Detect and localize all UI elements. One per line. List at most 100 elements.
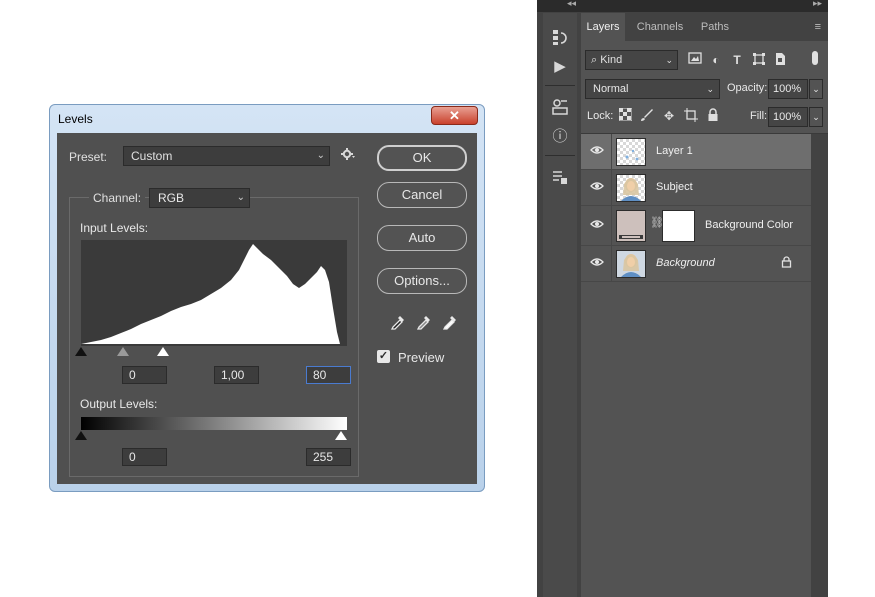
panel-tabs: Layers Channels Paths ≡ xyxy=(581,13,828,41)
properties-icon[interactable] xyxy=(550,97,570,117)
fill-chevron-icon[interactable]: ⌄ xyxy=(809,107,823,127)
levels-dialog: Levels ✕ Preset: Custom ⌄ Channel: RGB ⌄… xyxy=(49,104,485,492)
eye-icon[interactable] xyxy=(590,180,604,194)
input-white-field[interactable]: 80 xyxy=(306,366,351,384)
eye-icon[interactable] xyxy=(590,218,604,232)
preview-checkbox[interactable]: ✓ xyxy=(377,350,390,363)
layer-name[interactable]: Layer 1 xyxy=(656,145,693,157)
smart-object-filter-icon[interactable] xyxy=(772,52,788,68)
lock-label: Lock: xyxy=(587,110,614,122)
output-white-field[interactable]: 255 xyxy=(306,448,351,466)
tab-paths[interactable]: Paths xyxy=(693,13,737,41)
output-white-handle[interactable] xyxy=(335,431,347,440)
layer-row-subject[interactable]: Subject xyxy=(581,170,811,206)
output-levels-slider[interactable] xyxy=(75,431,347,443)
opacity-chevron-icon[interactable]: ⌄ xyxy=(809,79,823,99)
filter-kind-value: Kind xyxy=(600,54,623,66)
eye-icon[interactable] xyxy=(590,256,604,270)
fill-layer-thumbnail xyxy=(616,210,646,242)
input-levels-slider[interactable] xyxy=(75,347,347,359)
output-black-handle[interactable] xyxy=(75,431,87,440)
options-button[interactable]: Options... xyxy=(377,268,467,294)
layers-panel: Layers Channels Paths ≡ ⌕ Kind ⌄ ◐ T Nor… xyxy=(581,13,828,597)
search-icon: ⌕ xyxy=(591,54,601,66)
blend-mode-value: Normal xyxy=(593,83,629,95)
input-midtone-field[interactable]: 1,00 xyxy=(214,366,259,384)
channel-dropdown[interactable]: RGB ⌄ xyxy=(149,188,250,208)
lock-all-icon[interactable] xyxy=(705,108,721,124)
lock-position-icon[interactable]: ✥ xyxy=(661,108,677,124)
panel-icon-strip: ▶ ⓘ xyxy=(543,13,577,597)
visibility-divider xyxy=(611,170,612,205)
collapse-left-icon[interactable]: ◂◂ xyxy=(567,0,576,9)
input-black-field[interactable]: 0 xyxy=(122,366,167,384)
cancel-button[interactable]: Cancel xyxy=(377,182,467,208)
gray-eyedropper-icon[interactable] xyxy=(416,312,432,330)
chevron-down-icon: ⌄ xyxy=(706,84,714,94)
type-layer-filter-icon[interactable]: T xyxy=(729,52,745,68)
histogram xyxy=(81,240,347,346)
preset-dropdown[interactable]: Custom ⌄ xyxy=(123,146,330,166)
preset-label: Preset: xyxy=(69,150,108,164)
strip-divider xyxy=(545,155,575,156)
chevron-down-icon: ⌄ xyxy=(236,192,245,203)
close-button[interactable]: ✕ xyxy=(431,106,478,125)
filter-kind-dropdown[interactable]: ⌕ Kind ⌄ xyxy=(585,50,678,70)
dialog-title: Levels xyxy=(58,112,93,126)
black-eyedropper-icon[interactable] xyxy=(390,312,406,330)
input-levels-label: Input Levels: xyxy=(80,221,149,235)
tab-channels[interactable]: Channels xyxy=(631,13,689,41)
tab-layers[interactable]: Layers xyxy=(581,13,625,41)
collapse-right-icon[interactable]: ▸▸ xyxy=(813,0,822,9)
lock-artboard-icon[interactable] xyxy=(683,108,699,124)
info-icon[interactable]: ⓘ xyxy=(550,127,570,147)
output-black-field[interactable]: 0 xyxy=(122,448,167,466)
pixel-layer-filter-icon[interactable] xyxy=(687,52,703,68)
fill-input[interactable]: 100% xyxy=(768,107,808,127)
layer-row-layer-1[interactable]: Layer 1 xyxy=(581,134,811,170)
chevron-down-icon: ⌄ xyxy=(316,150,325,161)
channel-label: Channel: xyxy=(89,191,146,205)
layer-row-background-color[interactable]: ⛓ Background Color xyxy=(581,206,811,246)
fill-label: Fill: xyxy=(750,110,768,122)
layer-name[interactable]: Background xyxy=(656,257,715,269)
strip-divider xyxy=(545,85,575,86)
layer-mask-thumbnail[interactable] xyxy=(662,210,695,242)
layer-name[interactable]: Subject xyxy=(656,181,693,193)
layer-row-background[interactable]: Background xyxy=(581,246,811,282)
visibility-divider xyxy=(611,246,612,281)
visibility-divider xyxy=(611,206,612,245)
opacity-input[interactable]: 100% xyxy=(768,79,808,99)
input-black-point-handle[interactable] xyxy=(75,347,87,356)
gear-icon[interactable] xyxy=(341,147,355,161)
lock-transparent-pixels-icon[interactable] xyxy=(617,107,633,124)
layer-thumbnail xyxy=(616,138,646,166)
auto-button[interactable]: Auto xyxy=(377,225,467,251)
filter-toggle-switch[interactable] xyxy=(812,51,818,65)
output-levels-label: Output Levels: xyxy=(80,397,158,411)
channel-value: RGB xyxy=(158,191,185,205)
panel-menu-icon[interactable]: ≡ xyxy=(815,21,821,33)
adjustments-icon[interactable] xyxy=(550,167,570,187)
play-actions-icon[interactable]: ▶ xyxy=(550,57,570,77)
visibility-divider xyxy=(611,134,612,169)
shape-layer-filter-icon[interactable] xyxy=(751,52,767,68)
input-midtone-handle[interactable] xyxy=(117,347,129,356)
eye-icon[interactable] xyxy=(590,144,604,158)
panel-scroll-gutter[interactable] xyxy=(811,134,828,597)
layer-name[interactable]: Background Color xyxy=(705,219,793,231)
blend-mode-dropdown[interactable]: Normal ⌄ xyxy=(585,79,720,99)
chevron-down-icon: ⌄ xyxy=(665,55,673,65)
ok-button[interactable]: OK xyxy=(377,145,467,171)
output-gradient-bar xyxy=(81,417,347,430)
history-icon[interactable] xyxy=(550,27,570,47)
white-eyedropper-icon[interactable] xyxy=(442,312,458,330)
layer-thumbnail xyxy=(616,250,646,278)
input-white-point-handle[interactable] xyxy=(157,347,169,356)
preset-value: Custom xyxy=(131,149,173,163)
adjustment-layer-filter-icon[interactable]: ◐ xyxy=(708,52,724,68)
layer-thumbnail xyxy=(616,174,646,202)
photoshop-panel-area: ◂◂ ▸▸ ▶ ⓘ Layers Channels Paths ≡ ⌕ Kind… xyxy=(537,0,828,597)
dialog-body: Preset: Custom ⌄ Channel: RGB ⌄ Input Le… xyxy=(57,133,477,484)
lock-image-pixels-icon[interactable] xyxy=(639,108,655,124)
